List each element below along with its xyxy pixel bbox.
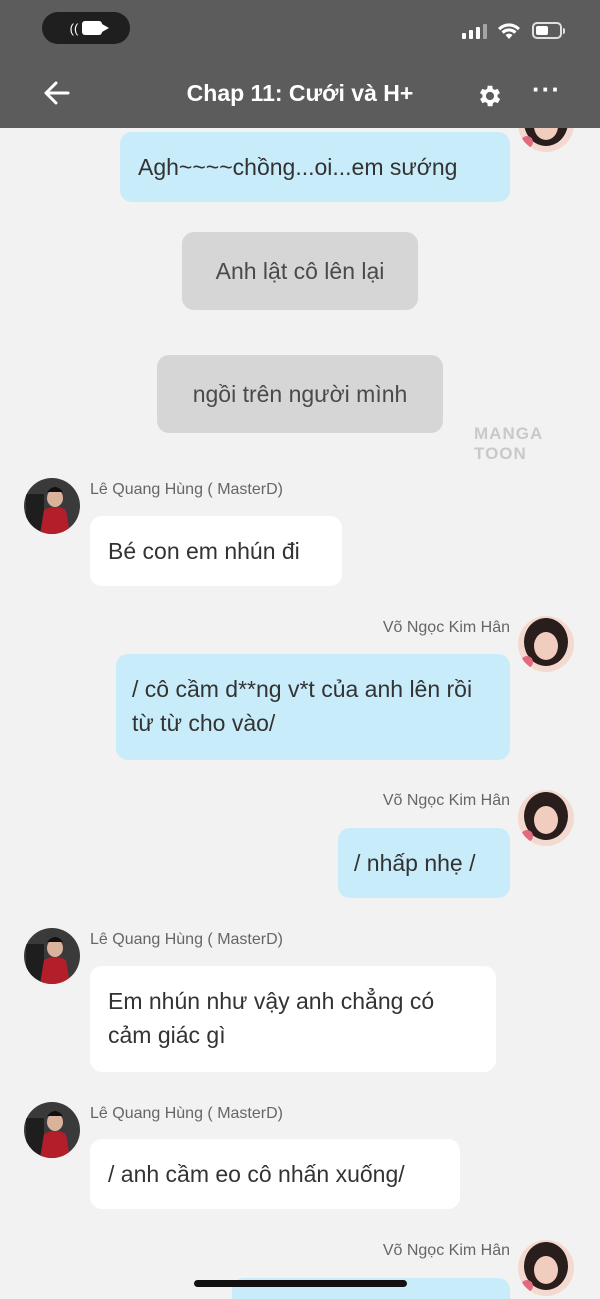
- chapter-title: Chap 11: Cưới và H+: [186, 80, 414, 106]
- message-text: ngồi trên người mình: [192, 381, 408, 407]
- message-text: / nhấp nhẹ /: [354, 850, 476, 876]
- narration-message[interactable]: ngồi trên người mình: [157, 355, 443, 433]
- message-text: Bé con em nhún đi: [108, 538, 300, 564]
- incoming-message[interactable]: / anh cầm eo cô nhấn xuống/: [90, 1139, 460, 1209]
- sender-name: Võ Ngọc Kim Hân: [382, 792, 510, 809]
- message-text: Agh~~~~chồng...oi...em sướng: [138, 154, 458, 180]
- avatar-kim-han[interactable]: [518, 616, 574, 672]
- gear-icon[interactable]: [476, 82, 504, 110]
- avatar-quang-hung[interactable]: [24, 928, 80, 984]
- outgoing-message[interactable]: / nhấp nhẹ /: [338, 828, 510, 898]
- nav-bar: Chap 11: Cưới và H+ ···: [0, 56, 600, 128]
- incoming-message[interactable]: Em nhún như vậy anh chẳng có cảm giác gì: [90, 966, 496, 1072]
- narration-message[interactable]: Anh lật cô lên lại: [182, 232, 418, 310]
- cellular-signal-icon: [462, 24, 487, 39]
- sender-name: Võ Ngọc Kim Hân: [382, 1242, 510, 1259]
- incoming-message[interactable]: Bé con em nhún đi: [90, 516, 342, 586]
- home-indicator[interactable]: [194, 1280, 407, 1287]
- message-text: Anh lật cô lên lại: [215, 258, 385, 284]
- audio-wave-icon: ((: [69, 20, 79, 36]
- avatar-quang-hung[interactable]: [24, 478, 80, 534]
- avatar-kim-han[interactable]: [518, 790, 574, 846]
- video-camera-icon: [82, 21, 110, 35]
- more-icon[interactable]: ···: [532, 76, 562, 104]
- avatar-kim-han[interactable]: [518, 128, 574, 152]
- status-bar: ((: [0, 0, 600, 56]
- message-text: Em nhún như vậy anh chẳng có cảm giác gì: [108, 988, 435, 1048]
- sender-name: Lê Quang Hùng ( MasterD): [90, 481, 283, 498]
- outgoing-message[interactable]: / cô cầm d**ng v*t của anh lên rồi từ từ…: [116, 654, 510, 760]
- sender-name: Lê Quang Hùng ( MasterD): [90, 1105, 283, 1122]
- sender-name: Võ Ngọc Kim Hân: [382, 619, 510, 636]
- avatar-kim-han[interactable]: [518, 1240, 574, 1296]
- wifi-icon: [498, 23, 520, 39]
- sender-name: Lê Quang Hùng ( MasterD): [90, 931, 283, 948]
- outgoing-message[interactable]: Agh~~~~chồng...oi...em sướng: [120, 132, 510, 202]
- facetime-pill[interactable]: ((: [42, 12, 130, 44]
- message-text: / anh cầm eo cô nhấn xuống/: [108, 1161, 405, 1187]
- message-text: / cô cầm d**ng v*t của anh lên rồi từ từ…: [132, 676, 473, 736]
- battery-icon: [532, 22, 565, 39]
- watermark: MANGA TOON: [474, 424, 543, 463]
- chat-area[interactable]: MANGA TOON Agh~~~~chồng...oi...em sướng …: [0, 128, 600, 1299]
- avatar-quang-hung[interactable]: [24, 1102, 80, 1158]
